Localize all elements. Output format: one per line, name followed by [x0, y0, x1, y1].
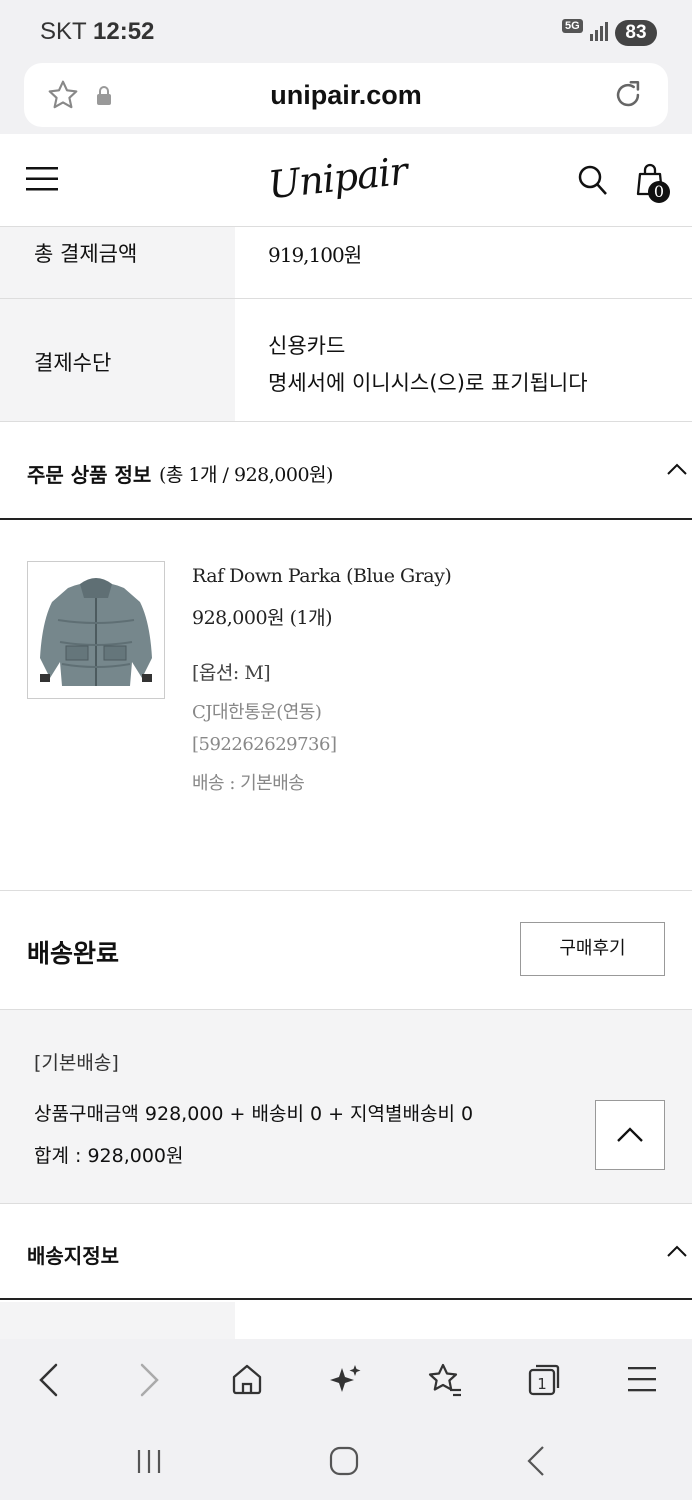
total-amount-label: 총 결제금액 — [34, 242, 138, 266]
shipping-cost-breakdown: 상품구매금액 928,000 + 배송비 0 + 지역별배송비 0 — [34, 1103, 474, 1125]
site-logo[interactable]: Unipair — [266, 149, 409, 207]
battery-level: 83 — [625, 22, 647, 43]
payment-method-note: 명세서에 이니시스(으)로 표기됩니다 — [268, 371, 588, 395]
product-option: [옵션: M] — [192, 662, 271, 684]
payment-method-label: 결제수단 — [34, 351, 112, 375]
chevron-up-icon — [667, 463, 687, 475]
divider — [0, 890, 692, 891]
order-items-summary: (총 1개 / 928,000원) — [159, 464, 333, 486]
back-icon[interactable] — [36, 1362, 60, 1398]
total-amount-value: 919,100원 — [268, 243, 362, 267]
recent-apps-icon[interactable] — [136, 1446, 164, 1476]
address-label-cell — [0, 1302, 235, 1339]
tabs-icon[interactable]: 1 — [526, 1362, 562, 1398]
shipping-summary-box: [기본배송] 상품구매금액 928,000 + 배송비 0 + 지역별배송비 0… — [0, 1010, 692, 1203]
carrier: SKT — [40, 18, 87, 45]
menu-icon[interactable] — [628, 1366, 658, 1394]
battery-icon: 83 — [615, 20, 657, 46]
order-items-title: 주문 상품 정보 — [27, 463, 152, 487]
section-divider — [0, 518, 692, 520]
product-thumbnail[interactable] — [27, 561, 165, 699]
shipping-total: 합계 : 928,000원 — [34, 1145, 184, 1167]
url-text[interactable]: unipair.com — [24, 63, 668, 127]
browser-toolbar: 1 — [0, 1340, 692, 1430]
order-items-toggle[interactable]: 주문 상품 정보 (총 1개 / 928,000원) — [0, 422, 692, 518]
cart-count-badge: 0 — [648, 181, 670, 203]
page-content: Unipair 0 총 결제금액 919,100원 결제수단 신용카드 명세서에… — [0, 134, 692, 1339]
status-bar: SKT 12:52 5G 83 — [0, 0, 692, 62]
network-badge: 5G — [562, 19, 583, 33]
shipping-address-toggle[interactable]: 배송지정보 — [0, 1204, 692, 1298]
section-divider — [0, 1298, 692, 1300]
svg-text:1: 1 — [537, 1375, 547, 1393]
forward-icon[interactable] — [138, 1362, 162, 1398]
product-name[interactable]: Raf Down Parka (Blue Gray) — [192, 565, 452, 587]
down-jacket-image — [40, 578, 152, 686]
shipping-type-tag: [기본배송] — [34, 1052, 119, 1074]
payment-method-value: 신용카드 — [268, 334, 346, 358]
tracking-number[interactable]: [592262629736] — [192, 734, 337, 755]
home-icon[interactable] — [230, 1362, 264, 1396]
address-bar[interactable]: unipair.com — [24, 63, 668, 127]
courier-name: CJ대한통운(연동) — [192, 702, 322, 723]
scroll-to-top-button[interactable] — [595, 1100, 665, 1170]
search-icon[interactable] — [578, 165, 608, 197]
clock: 12:52 — [93, 18, 155, 45]
system-back-icon[interactable] — [524, 1444, 548, 1478]
shipping-address-title: 배송지정보 — [27, 1244, 119, 1268]
signal-icon — [590, 22, 608, 41]
bookmarks-icon[interactable] — [426, 1362, 464, 1398]
chevron-up-icon — [617, 1127, 643, 1142]
menu-icon[interactable] — [26, 166, 58, 192]
system-navigation — [0, 1430, 692, 1500]
product-price: 928,000원 (1개) — [192, 607, 332, 629]
reload-icon[interactable] — [611, 77, 645, 113]
shipping-type: 배송 : 기본배송 — [192, 773, 305, 794]
home-button-icon[interactable] — [328, 1444, 360, 1478]
chevron-up-icon — [667, 1245, 687, 1257]
sparkle-icon[interactable] — [328, 1362, 364, 1398]
write-review-button[interactable]: 구매후기 — [520, 922, 665, 976]
delivery-status-label: 배송완료 — [27, 939, 120, 968]
